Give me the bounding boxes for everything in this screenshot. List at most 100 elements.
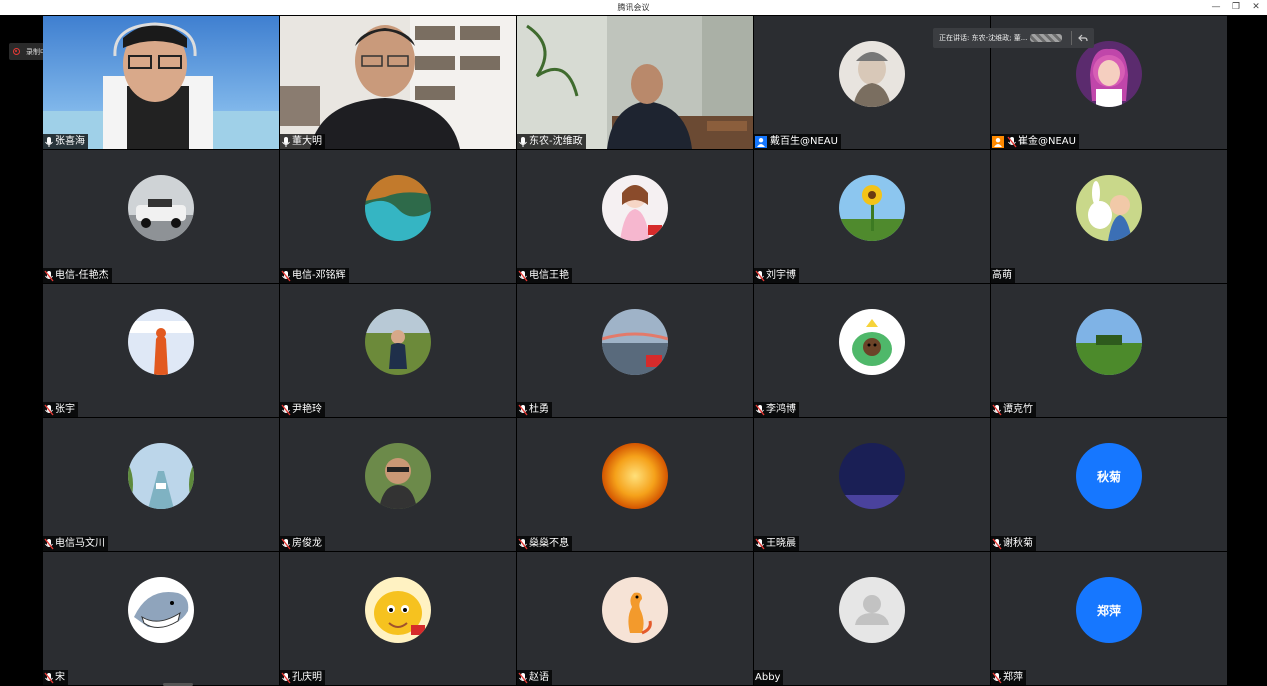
participant-tile[interactable]: 李鸿博 bbox=[754, 284, 990, 417]
video-feed bbox=[43, 16, 279, 149]
participant-name: Abby bbox=[755, 672, 781, 683]
avatar-initials: 秋菊 bbox=[1076, 443, 1142, 509]
video-feed bbox=[517, 16, 753, 149]
restore-icon[interactable]: ❐ bbox=[1231, 0, 1241, 15]
participant-nameplate: 李鸿博 bbox=[754, 402, 799, 417]
participant-name: 孔庆明 bbox=[292, 672, 322, 683]
participant-name: 刘宇博 bbox=[766, 270, 796, 281]
participant-tile[interactable]: 宋 bbox=[43, 552, 279, 685]
divider bbox=[1071, 31, 1072, 45]
microphone-icon bbox=[519, 136, 527, 147]
mic-muted-icon bbox=[518, 672, 528, 683]
mic-muted-icon bbox=[992, 538, 1002, 549]
mic-muted-icon bbox=[44, 672, 54, 683]
speaking-label: 正在讲话: 东农-沈维政; 董... bbox=[939, 34, 1028, 42]
participant-tile[interactable]: 董大明 bbox=[280, 16, 516, 149]
participant-name: 戴百生@NEAU bbox=[770, 136, 838, 147]
participant-tile[interactable]: 电信王艳 bbox=[517, 150, 753, 283]
participant-tile[interactable]: 赵语 bbox=[517, 552, 753, 685]
avatar bbox=[1076, 309, 1142, 375]
participant-name: 杜勇 bbox=[529, 404, 549, 415]
participant-nameplate: 电信王艳 bbox=[517, 268, 572, 283]
participant-nameplate: 戴百生@NEAU bbox=[754, 134, 841, 149]
avatar bbox=[602, 577, 668, 643]
participant-name: 高萌 bbox=[992, 270, 1012, 281]
participant-nameplate: 房俊龙 bbox=[280, 536, 325, 551]
participant-tile[interactable]: 电信-任艳杰 bbox=[43, 150, 279, 283]
minimize-icon[interactable]: — bbox=[1211, 0, 1221, 15]
mic-muted-icon bbox=[44, 270, 54, 281]
participant-tile[interactable]: 张喜海 bbox=[43, 16, 279, 149]
mic-muted-icon bbox=[518, 404, 528, 415]
redacted-name bbox=[1030, 34, 1063, 42]
participant-tile[interactable]: 杜勇 bbox=[517, 284, 753, 417]
participant-tile-speaking[interactable]: 东农-沈维政 bbox=[517, 16, 753, 149]
mic-muted-icon bbox=[755, 538, 765, 549]
participant-name: 郑萍 bbox=[1003, 672, 1023, 683]
participant-tile[interactable]: 孔庆明 bbox=[280, 552, 516, 685]
participant-nameplate: 燊燊不息 bbox=[517, 536, 572, 551]
mic-muted-icon bbox=[518, 538, 528, 549]
participant-name: 电信马文川 bbox=[55, 538, 105, 549]
participant-name: 谭克竹 bbox=[1003, 404, 1033, 415]
avatar bbox=[128, 443, 194, 509]
mic-muted-icon bbox=[755, 404, 765, 415]
participant-tile[interactable]: 房俊龙 bbox=[280, 418, 516, 551]
participant-name: 东农-沈维政 bbox=[529, 136, 583, 147]
participant-nameplate: 谢秋菊 bbox=[991, 536, 1036, 551]
mic-muted-icon bbox=[44, 538, 54, 549]
collapse-arrow-icon[interactable] bbox=[1078, 33, 1088, 43]
participant-tile[interactable]: 王晓晨 bbox=[754, 418, 990, 551]
participant-name: 电信王艳 bbox=[529, 270, 569, 281]
microphone-icon bbox=[45, 136, 53, 147]
participant-name: 王晓晨 bbox=[766, 538, 796, 549]
participant-tile[interactable]: 高萌 bbox=[991, 150, 1227, 283]
participant-nameplate: 赵语 bbox=[517, 670, 552, 685]
avatar bbox=[602, 309, 668, 375]
avatar bbox=[1076, 41, 1142, 107]
co-host-badge-icon bbox=[992, 135, 1004, 148]
participant-tile[interactable]: 郑萍 郑萍 bbox=[991, 552, 1227, 685]
close-icon[interactable]: ✕ bbox=[1251, 0, 1261, 15]
window-title: 腾讯会议 bbox=[617, 3, 650, 12]
speaking-indicator: 正在讲话: 东农-沈维政; 董... bbox=[933, 28, 1094, 48]
avatar-initials: 郑萍 bbox=[1076, 577, 1142, 643]
participant-name: 电信-邓铭辉 bbox=[292, 270, 346, 281]
mic-muted-icon bbox=[281, 672, 291, 683]
participant-name: 尹艳玲 bbox=[292, 404, 322, 415]
participant-nameplate: 郑萍 bbox=[991, 670, 1026, 685]
avatar bbox=[839, 577, 905, 643]
participant-nameplate: 谭克竹 bbox=[991, 402, 1036, 417]
participant-name: 燊燊不息 bbox=[529, 538, 569, 549]
participant-tile[interactable]: 刘宇博 bbox=[754, 150, 990, 283]
participant-name: 崔金@NEAU bbox=[1018, 136, 1076, 147]
mic-muted-icon bbox=[992, 404, 1002, 415]
participant-nameplate: 刘宇博 bbox=[754, 268, 799, 283]
participant-tile[interactable]: 张宇 bbox=[43, 284, 279, 417]
participant-name: 李鸿博 bbox=[766, 404, 796, 415]
participant-tile[interactable]: 秋菊 谢秋菊 bbox=[991, 418, 1227, 551]
avatar bbox=[365, 577, 431, 643]
mic-muted-icon bbox=[1007, 136, 1017, 147]
participant-name: 张宇 bbox=[55, 404, 75, 415]
participant-tile[interactable]: 尹艳玲 bbox=[280, 284, 516, 417]
participant-tile[interactable]: 谭克竹 bbox=[991, 284, 1227, 417]
participant-tile[interactable]: 燊燊不息 bbox=[517, 418, 753, 551]
mic-muted-icon bbox=[281, 538, 291, 549]
participant-nameplate: 宋 bbox=[43, 670, 68, 685]
avatar bbox=[128, 175, 194, 241]
participant-tile[interactable]: Abby bbox=[754, 552, 990, 685]
participant-nameplate: 王晓晨 bbox=[754, 536, 799, 551]
participant-nameplate: 杜勇 bbox=[517, 402, 552, 417]
avatar bbox=[839, 443, 905, 509]
participant-tile[interactable]: 电信马文川 bbox=[43, 418, 279, 551]
participant-tile[interactable]: 电信-邓铭辉 bbox=[280, 150, 516, 283]
video-feed bbox=[280, 16, 516, 149]
participant-grid: 张喜海 董大明 东农-沈维政 戴百生@NEAU 崔金@NEAU 电信-任艳杰 电… bbox=[43, 16, 1227, 685]
participant-nameplate: Abby bbox=[754, 670, 784, 685]
mic-muted-icon bbox=[281, 404, 291, 415]
participant-name: 董大明 bbox=[292, 136, 322, 147]
participant-nameplate: 东农-沈维政 bbox=[517, 134, 586, 149]
participant-nameplate: 电信-任艳杰 bbox=[43, 268, 112, 283]
participant-name: 赵语 bbox=[529, 672, 549, 683]
